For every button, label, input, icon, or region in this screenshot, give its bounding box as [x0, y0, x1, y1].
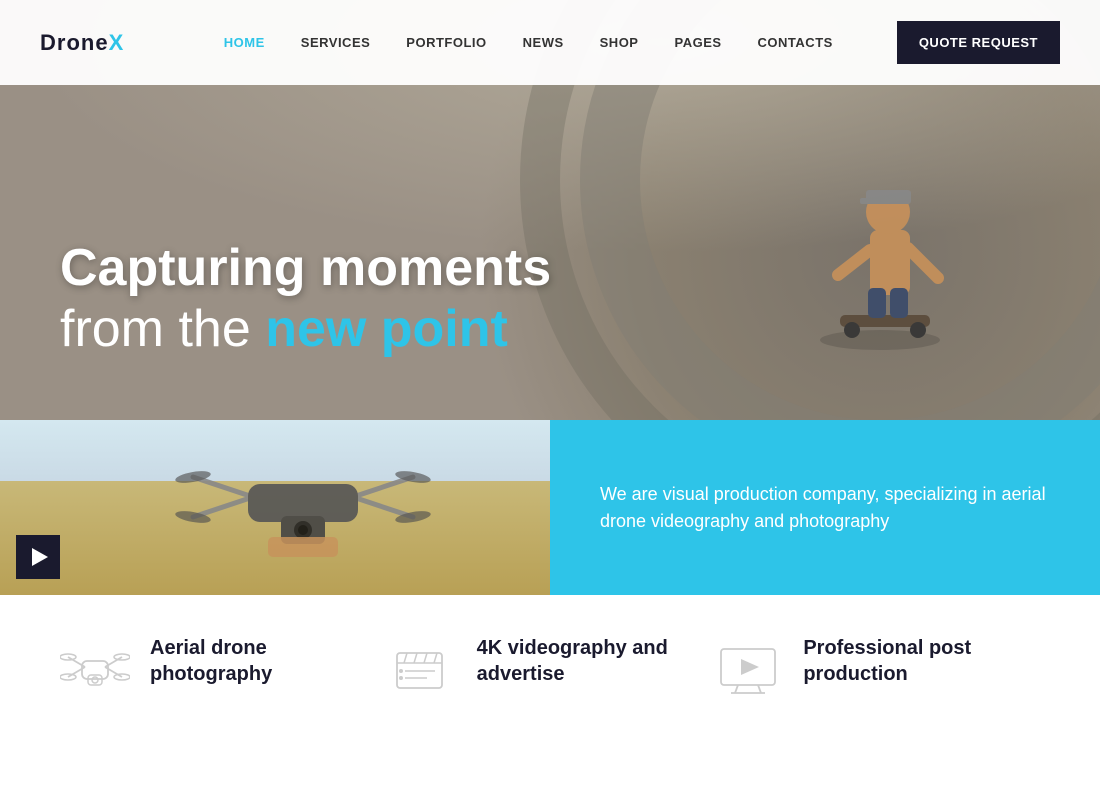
quote-request-button[interactable]: QUOTE REQUEST [897, 21, 1060, 64]
4k-video-icon [387, 635, 457, 710]
nav-link-pages[interactable]: PAGES [674, 35, 721, 50]
feature-item-4k: 4K videography and advertise [387, 635, 714, 710]
hero-text-container: Capturing moments from the new point [60, 240, 551, 360]
feature-item-aerial: Aerial drone photography [60, 635, 387, 710]
nav-item-pages[interactable]: PAGES [674, 34, 721, 52]
drone-scene [0, 420, 550, 595]
aerial-drone-icon [60, 635, 130, 710]
post-production-icon [713, 635, 783, 710]
drone-illustration [173, 442, 433, 562]
nav-link-portfolio[interactable]: PORTFOLIO [406, 35, 486, 50]
hero-line2-accent: new point [265, 300, 508, 358]
nav-item-shop[interactable]: SHOP [600, 34, 639, 52]
promo-description: We are visual production company, specia… [600, 481, 1050, 535]
logo-text-x: X [109, 30, 125, 56]
play-button[interactable] [16, 535, 60, 579]
hero-title-line2: from the new point [60, 298, 551, 360]
promo-video-panel [0, 420, 550, 595]
nav-item-home[interactable]: HOME [224, 34, 265, 52]
nav-item-services[interactable]: SERVICES [301, 34, 371, 52]
nav-item-news[interactable]: NEWS [523, 34, 564, 52]
hero-line2-plain: from the [60, 300, 265, 358]
play-icon [32, 548, 48, 566]
feature-text-post: Professional post production [803, 635, 971, 687]
nav-link-home[interactable]: HOME [224, 35, 265, 50]
feature-title-post: Professional post production [803, 635, 971, 687]
feature-text-4k: 4K videography and advertise [477, 635, 668, 687]
nav-links: HOME SERVICES PORTFOLIO NEWS SHOP PAGES … [224, 34, 1060, 52]
nav-link-contacts[interactable]: CONTACTS [758, 35, 833, 50]
nav-link-services[interactable]: SERVICES [301, 35, 371, 50]
feature-title-aerial: Aerial drone photography [150, 635, 272, 687]
navbar: DroneX HOME SERVICES PORTFOLIO NEWS SHOP… [0, 0, 1100, 85]
nav-item-portfolio[interactable]: PORTFOLIO [406, 34, 486, 52]
promo-section: We are visual production company, specia… [0, 420, 1100, 595]
nav-item-quote[interactable]: QUOTE REQUEST [869, 34, 1060, 52]
feature-text-aerial: Aerial drone photography [150, 635, 272, 687]
feature-title-4k: 4K videography and advertise [477, 635, 668, 687]
hero-title-line1: Capturing moments [60, 240, 551, 297]
nav-link-shop[interactable]: SHOP [600, 35, 639, 50]
features-section: Aerial drone photography [0, 595, 1100, 730]
promo-text-box: We are visual production company, specia… [550, 420, 1100, 595]
skater-illustration [760, 130, 980, 370]
nav-link-news[interactable]: NEWS [523, 35, 564, 50]
nav-item-contacts[interactable]: CONTACTS [758, 34, 833, 52]
logo[interactable]: DroneX [40, 30, 124, 56]
logo-text-drone: Drone [40, 30, 109, 56]
feature-item-post: Professional post production [713, 635, 1040, 710]
